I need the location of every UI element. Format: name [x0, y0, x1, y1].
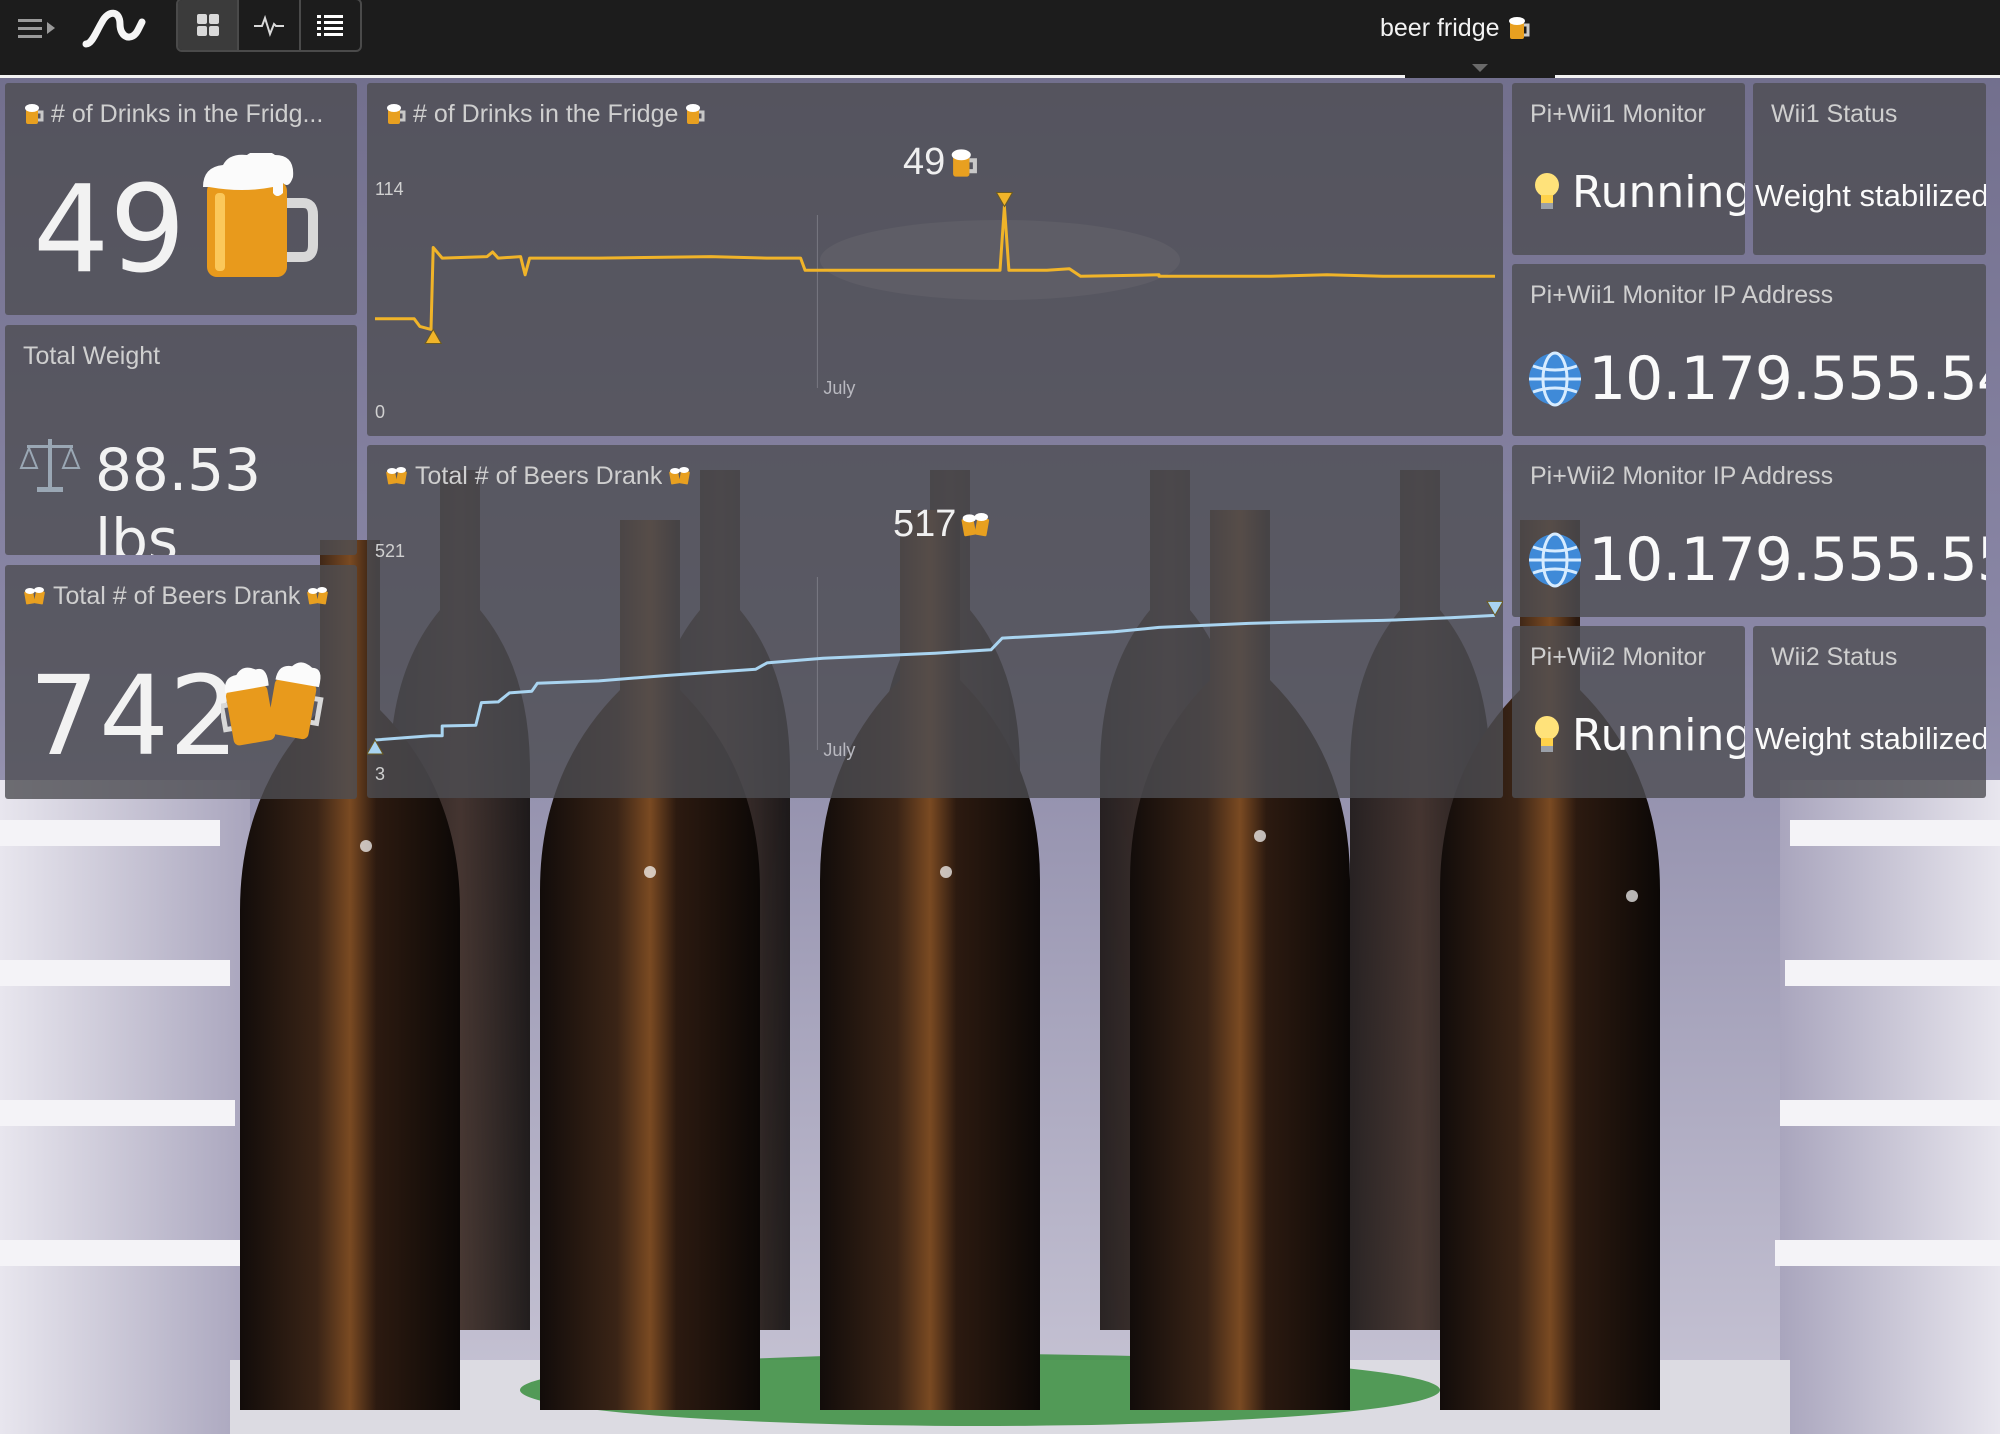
- top-bar: beer fridge: [0, 0, 2000, 78]
- extreme-marker: [367, 738, 384, 755]
- extreme-marker: [995, 192, 1014, 208]
- tile-title: Pi+Wii2 Monitor: [1530, 640, 1735, 674]
- tile-wii2-ip[interactable]: Pi+Wii2 Monitor IP Address 10.179.555.55: [1512, 445, 1986, 617]
- drinks-line-chart[interactable]: July 114 0: [367, 83, 1503, 436]
- grid-view-icon: [196, 14, 219, 36]
- ip-address-text: 10.179.555.55: [1588, 525, 1986, 595]
- tile-title: # of Drinks in the Fridg...: [23, 97, 347, 131]
- tile-drinks-chart[interactable]: # of Drinks in the Fridge 49 July 114 0: [367, 83, 1503, 436]
- tile-title: Wii1 Status: [1771, 97, 1976, 131]
- tile-title-text: Total Weight: [23, 342, 161, 370]
- monitor-status: Running: [1532, 167, 1745, 218]
- app-logo[interactable]: [80, 4, 150, 54]
- scales-icon: [19, 439, 81, 492]
- x-axis-label: July: [823, 740, 855, 760]
- tile-wii2-status[interactable]: Wii2 Status Weight stabilized: [1753, 626, 1986, 798]
- tile-wii1-status[interactable]: Wii1 Status Weight stabilized: [1753, 83, 1986, 255]
- drinks-count-value: 49: [33, 161, 186, 300]
- tile-wii1-monitor[interactable]: Pi+Wii1 Monitor Running: [1512, 83, 1745, 255]
- y-tick-label: 0: [375, 402, 385, 422]
- clinking-beer-mugs-icon: [307, 587, 329, 605]
- chevron-down-icon[interactable]: [1472, 64, 1488, 72]
- extreme-marker: [424, 328, 443, 344]
- tile-title: Total Weight: [23, 339, 347, 373]
- extreme-marker: [1486, 600, 1503, 617]
- tile-beers-chart[interactable]: Total # of Beers Drank 517 July 521 3: [367, 445, 1503, 798]
- x-axis-label: July: [823, 378, 855, 398]
- tile-beers-drank-count[interactable]: Total # of Beers Drank 742: [5, 565, 357, 799]
- tile-title-text: Pi+Wii2 Monitor: [1530, 643, 1706, 671]
- dashboard-title-text: beer fridge: [1380, 14, 1500, 42]
- monitor-status-text: Running: [1572, 167, 1745, 218]
- light-bulb-icon: [1535, 172, 1559, 209]
- pulse-view-button[interactable]: [239, 0, 301, 50]
- sidebar-toggle-icon[interactable]: [14, 10, 62, 50]
- scale-status-text: Weight stabilized: [1755, 178, 1986, 213]
- y-tick-label: 3: [375, 764, 385, 784]
- series-line: [374, 613, 1496, 742]
- tile-wii2-monitor[interactable]: Pi+Wii2 Monitor Running: [1512, 626, 1745, 798]
- monitor-status: Running: [1532, 710, 1745, 761]
- pulse-view-icon: [253, 14, 284, 37]
- tile-title-text: Wii2 Status: [1771, 643, 1898, 671]
- clinking-beer-mugs-icon: [24, 587, 45, 605]
- tile-wii1-ip[interactable]: Pi+Wii1 Monitor IP Address 10.179.555.54: [1512, 264, 1986, 436]
- y-tick-label: 521: [375, 541, 405, 561]
- clinking-beer-mugs-icon: [221, 662, 324, 746]
- tile-title: Total # of Beers Drank: [23, 579, 347, 613]
- ip-address-text: 10.179.555.54: [1588, 344, 1986, 414]
- beer-mug-icon: [1508, 17, 1530, 39]
- tile-drinks-count[interactable]: # of Drinks in the Fridg... 49: [5, 83, 357, 315]
- monitor-status-text: Running: [1572, 710, 1745, 761]
- grid-view-button[interactable]: [178, 0, 240, 50]
- total-weight-value: 88.53 lbs: [95, 436, 262, 555]
- beer-mug-icon: [25, 104, 44, 124]
- ip-address: 10.179.555.55: [1526, 525, 1986, 595]
- tile-title-text: Wii1 Status: [1771, 100, 1898, 128]
- tile-title-text: Pi+Wii1 Monitor IP Address: [1530, 281, 1834, 309]
- light-bulb-icon: [1535, 715, 1559, 752]
- scale-status-text: Weight stabilized: [1755, 721, 1986, 756]
- y-tick-label: 114: [375, 179, 404, 199]
- tile-title: Pi+Wii1 Monitor IP Address: [1530, 278, 1976, 312]
- tile-title-text: # of Drinks in the Fridg...: [51, 100, 324, 128]
- view-switcher: [176, 0, 362, 52]
- beers-drank-value: 742: [29, 652, 239, 780]
- list-view-icon: [317, 15, 344, 36]
- tile-title-text: Pi+Wii2 Monitor IP Address: [1530, 462, 1834, 490]
- globe-icon: [1529, 351, 1581, 407]
- tile-title-text: Total # of Beers Drank: [53, 582, 301, 610]
- list-view-button[interactable]: [301, 0, 360, 50]
- tile-title: Pi+Wii1 Monitor: [1530, 97, 1735, 131]
- tile-total-weight[interactable]: Total Weight 88.53 lbs: [5, 325, 357, 555]
- tile-title: Pi+Wii2 Monitor IP Address: [1530, 459, 1976, 493]
- tile-title: Wii2 Status: [1771, 640, 1976, 674]
- tile-title-text: Pi+Wii1 Monitor: [1530, 100, 1706, 128]
- beers-drank-line-chart[interactable]: July 521 3: [367, 445, 1503, 798]
- series-line: [375, 205, 1495, 331]
- ip-address: 10.179.555.54: [1526, 344, 1986, 414]
- globe-icon: [1529, 532, 1581, 588]
- dashboard-title[interactable]: beer fridge: [1380, 8, 1580, 48]
- beer-mug-icon: [203, 153, 318, 277]
